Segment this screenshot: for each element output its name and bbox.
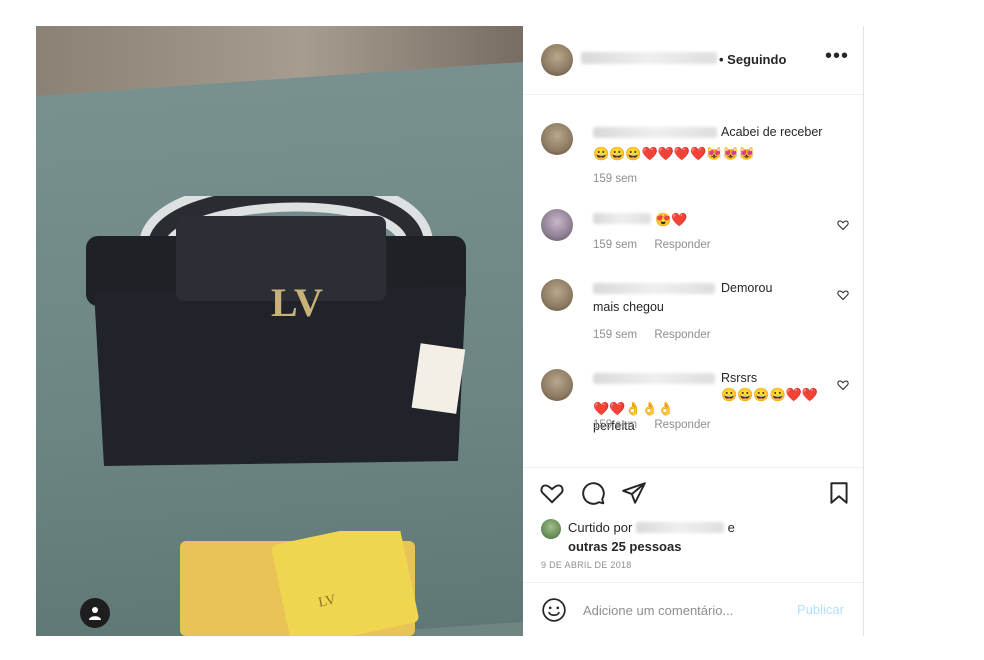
comment-time: 159 sem xyxy=(593,239,638,251)
like-heart-icon[interactable] xyxy=(539,480,565,506)
comment-text: Demorou mais chegou xyxy=(593,281,773,314)
liked-by-suffix: e xyxy=(727,520,735,535)
liker-username-redacted xyxy=(635,522,724,533)
commenter-username-redacted xyxy=(593,127,717,138)
comment-icon[interactable] xyxy=(580,480,606,506)
comment-time: 159 sem xyxy=(593,419,638,431)
author-username-redacted xyxy=(581,52,717,64)
liked-by-label: Curtido por xyxy=(568,520,633,535)
like-comment-heart-icon[interactable] xyxy=(837,379,849,391)
handbag-image: LV xyxy=(86,196,466,466)
emoji-smile-icon[interactable] xyxy=(541,597,567,623)
comment-text: Acabei de receber xyxy=(721,125,823,139)
tagged-user-button[interactable] xyxy=(80,598,110,628)
reply-link[interactable]: Responder xyxy=(654,239,710,251)
liker-avatar[interactable] xyxy=(541,519,561,539)
like-comment-heart-icon[interactable] xyxy=(837,289,849,301)
comment-text: Rsrsrs xyxy=(721,371,758,385)
save-bookmark-icon[interactable] xyxy=(826,480,852,506)
post-date[interactable]: 9 DE ABRIL DE 2018 xyxy=(541,560,632,570)
commenter-avatar[interactable] xyxy=(541,123,573,155)
commenter-username-redacted xyxy=(593,213,651,224)
comment-emojis: 😀😀😀❤️❤️❤️❤️😻😻😻 xyxy=(593,146,755,161)
post-side-panel: • Seguindo ••• Acabei de receber 😀😀😀❤️❤️… xyxy=(523,26,864,636)
comment-time: 159 sem xyxy=(593,173,638,185)
comment-input[interactable] xyxy=(581,597,785,623)
comment-emojis: 😀😀😀😀❤️❤️❤️❤️👌👌👌 xyxy=(593,387,819,416)
following-button[interactable]: • Seguindo xyxy=(719,52,786,67)
comment-emojis: 😍❤️ xyxy=(655,212,688,227)
post-photo[interactable]: LV LV xyxy=(36,26,523,636)
commenter-avatar[interactable] xyxy=(541,209,573,241)
comments-list[interactable]: Acabei de receber 😀😀😀❤️❤️❤️❤️😻😻😻 159 sem… xyxy=(523,95,863,467)
user-icon xyxy=(89,607,101,620)
add-comment-bar: Publicar xyxy=(523,582,863,637)
post-header: • Seguindo ••• xyxy=(523,26,863,95)
more-options-icon[interactable]: ••• xyxy=(825,45,849,68)
reply-link[interactable]: Responder xyxy=(654,419,710,431)
commenter-avatar[interactable] xyxy=(541,369,573,401)
author-avatar[interactable] xyxy=(541,44,573,76)
publish-button[interactable]: Publicar xyxy=(797,602,844,617)
post-actions: Curtido por e outras 25 pessoas 9 DE ABR… xyxy=(523,467,863,598)
svg-text:LV: LV xyxy=(271,280,323,325)
reply-link[interactable]: Responder xyxy=(654,329,710,341)
likes-count-link[interactable]: outras 25 pessoas xyxy=(568,537,681,556)
like-comment-heart-icon[interactable] xyxy=(837,219,849,231)
share-icon[interactable] xyxy=(621,480,647,506)
commenter-avatar[interactable] xyxy=(541,279,573,311)
comment-time: 159 sem xyxy=(593,329,638,341)
envelope-image: LV xyxy=(180,531,419,636)
